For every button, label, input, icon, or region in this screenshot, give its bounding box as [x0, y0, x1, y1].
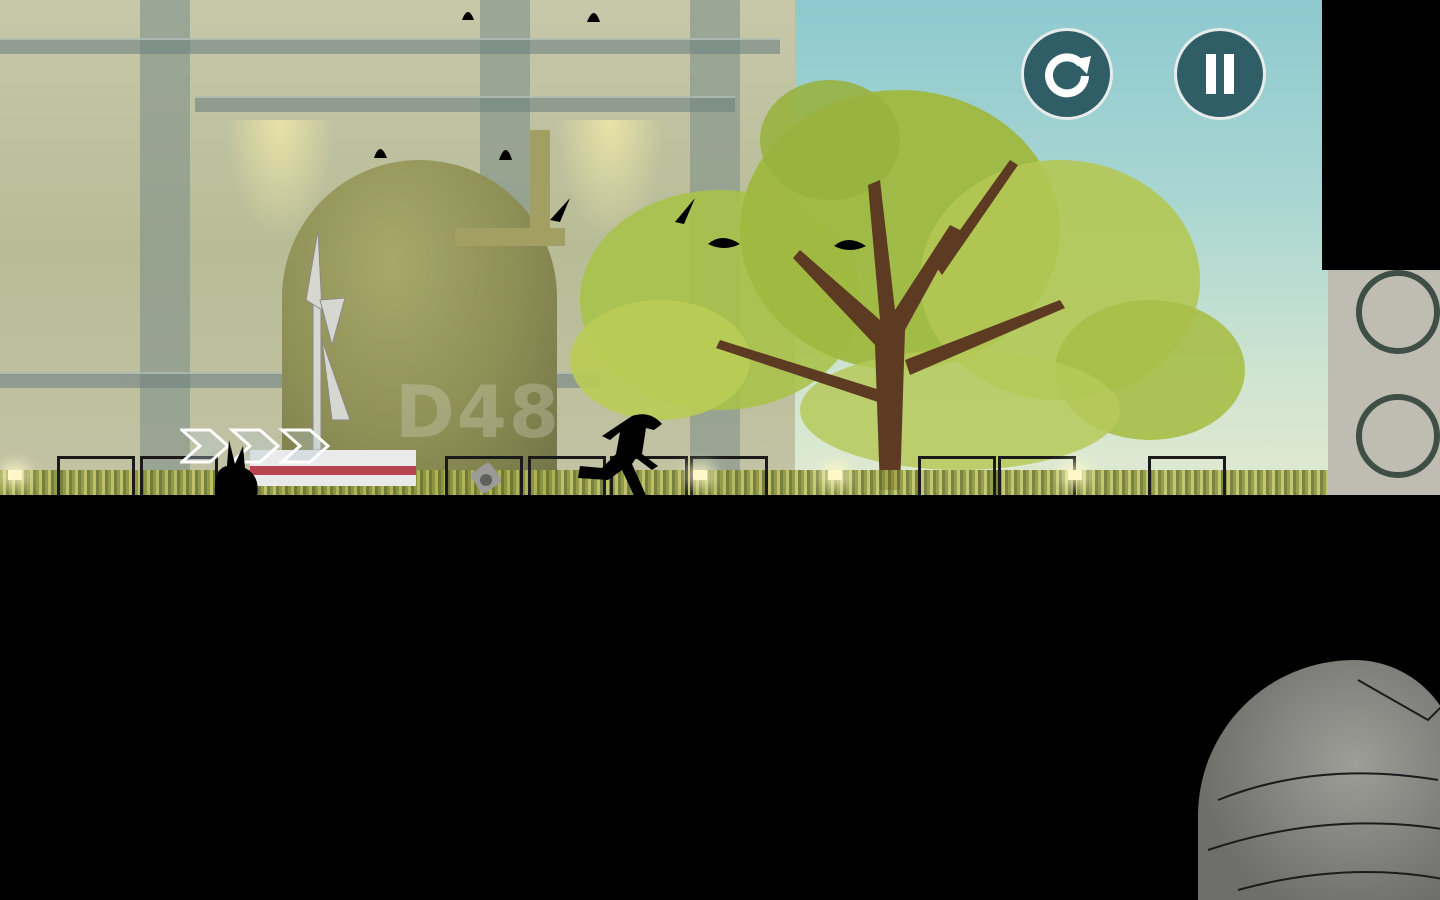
rock-boulder [1198, 660, 1440, 900]
ground-lamp [8, 470, 22, 480]
rock-cracks [1207, 679, 1440, 891]
pause-button[interactable] [1174, 28, 1266, 120]
sculpture [305, 229, 351, 451]
ground-lamp [828, 470, 842, 480]
stone-wall [1328, 270, 1440, 498]
wall-ornament [1356, 270, 1440, 354]
overhang-wall [1322, 0, 1440, 270]
park-bench [998, 456, 1076, 499]
restart-icon [1045, 53, 1091, 98]
park-bench [1148, 456, 1226, 499]
restart-button[interactable] [1021, 28, 1113, 120]
park-bench [57, 456, 135, 499]
spotlight-fixture [470, 462, 502, 494]
park-bench [918, 456, 996, 499]
pause-icon [1206, 54, 1234, 94]
player-runner[interactable] [572, 410, 682, 502]
wall-ornament [1356, 394, 1440, 478]
ground-lamp [1068, 470, 1082, 480]
rabbit-silhouette [214, 440, 258, 498]
game-scene[interactable]: D48 [0, 0, 1440, 900]
ground-lamp [693, 470, 707, 480]
